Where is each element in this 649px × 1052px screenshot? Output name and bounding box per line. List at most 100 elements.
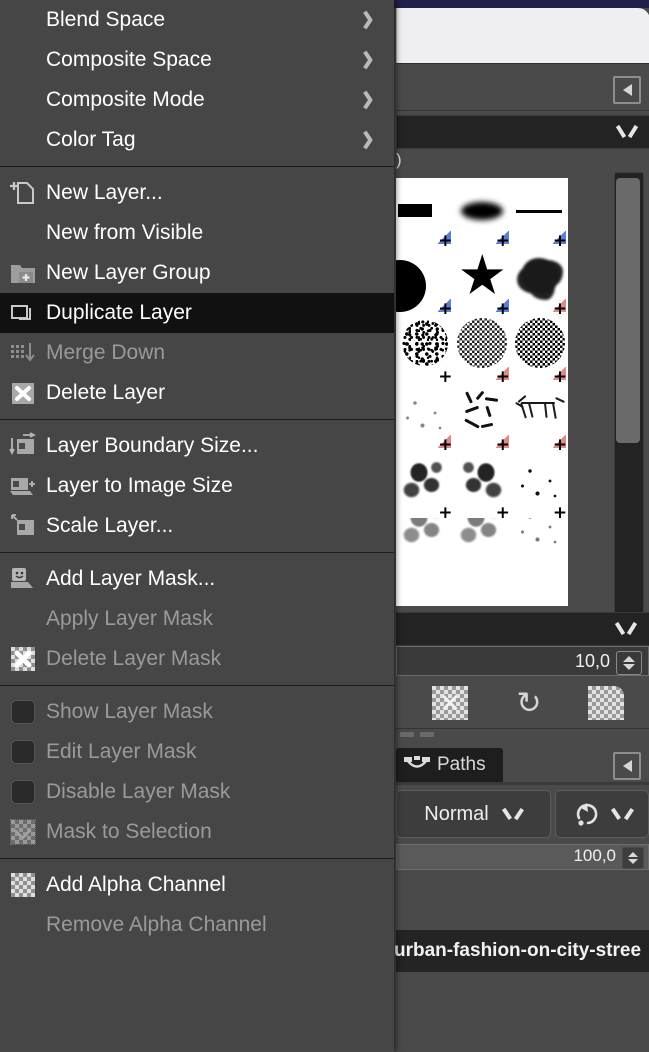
brush-item[interactable]: + (396, 178, 454, 246)
blend-mode-dropdown[interactable]: Normal (396, 790, 551, 838)
brush-item[interactable]: + (453, 246, 511, 314)
brush-item[interactable]: + (510, 178, 568, 246)
brushes-grid[interactable]: + + + + + + + + + + + + + + + (396, 178, 568, 606)
menu-item-edit-layer-mask[interactable]: Edit Layer Mask (0, 732, 394, 772)
truncated-label: ) (396, 150, 402, 169)
brush-badge: + (438, 435, 453, 450)
brush-item[interactable]: + (453, 382, 511, 450)
menu-item-layer-boundary-size[interactable]: Layer Boundary Size... (0, 426, 394, 466)
menu-item-delete-layer[interactable]: Delete Layer (0, 373, 394, 413)
refresh-brushes-button[interactable]: ↻ (511, 686, 547, 720)
brush-item[interactable]: + (453, 314, 511, 382)
menu-item-label: Composite Space (46, 48, 212, 71)
menu-item-color-tag[interactable]: Color Tag (0, 120, 394, 160)
brush-thumbnail (514, 518, 565, 552)
delete-brush-button[interactable]: ✕ (432, 686, 468, 720)
divider (396, 782, 649, 785)
menu-item-duplicate-layer[interactable]: Duplicate Layer (0, 293, 394, 333)
chevron-down-icon (503, 808, 523, 820)
chevron-right-icon (366, 50, 380, 70)
brush-spacing-stepper[interactable] (616, 651, 642, 675)
collapse-left-button[interactable] (613, 76, 641, 104)
menu-item-composite-mode[interactable]: Composite Mode (0, 80, 394, 120)
menu-item-disable-layer-mask[interactable]: Disable Layer Mask (0, 772, 394, 812)
menu-item-delete-layer-mask[interactable]: Delete Layer Mask (0, 639, 394, 679)
checkbox-icon[interactable] (8, 697, 38, 727)
menu-item-layer-to-image-size[interactable]: Layer to Image Size (0, 466, 394, 506)
menu-item-composite-space[interactable]: Composite Space (0, 40, 394, 80)
layer-lock-dropdown[interactable] (555, 790, 649, 838)
brush-thumbnail (399, 518, 449, 550)
brush-item[interactable]: + (510, 450, 568, 518)
menu-item-add-alpha-channel[interactable]: Add Alpha Channel (0, 865, 394, 905)
new-layer-icon (8, 178, 38, 208)
brush-badge: + (438, 231, 453, 246)
brush-filter-combo[interactable] (396, 115, 649, 149)
brush-thumbnail (456, 455, 507, 505)
menu-item-merge-down[interactable]: Merge Down (0, 333, 394, 373)
menu-item-show-layer-mask[interactable]: Show Layer Mask (0, 692, 394, 732)
menu-item-label: Add Alpha Channel (46, 873, 226, 896)
menu-item-label: Mask to Selection (46, 820, 212, 843)
chevron-right-icon (366, 130, 380, 150)
menu-item-new-layer[interactable]: New Layer... (0, 173, 394, 213)
menu-item-new-from-visible[interactable]: New from Visible (0, 213, 394, 253)
brush-item[interactable]: + (396, 314, 454, 382)
undo-history-icon (576, 803, 598, 826)
menu-item-label: Duplicate Layer (46, 301, 192, 324)
brush-item[interactable]: + (396, 450, 454, 518)
brush-badge: + (495, 231, 510, 246)
brush-badge: + (495, 503, 510, 519)
brush-item[interactable]: + (453, 450, 511, 519)
brush-thumbnail (457, 318, 508, 368)
triangle-left-icon (622, 84, 632, 96)
brush-item[interactable] (396, 518, 454, 586)
brush-item[interactable]: + (396, 246, 454, 314)
dock-grip-handle[interactable] (400, 732, 460, 738)
layer-to-image-size-icon (8, 471, 38, 501)
chevron-down-icon (615, 621, 637, 635)
brush-item[interactable]: + (510, 246, 568, 314)
brush-item[interactable]: + (510, 382, 568, 450)
tab-paths[interactable]: Paths (396, 748, 503, 782)
brush-preset-combo[interactable] (396, 612, 649, 646)
brush-item[interactable]: + (510, 314, 568, 382)
menu-separator (0, 166, 394, 167)
brush-spacing-field[interactable]: 10,0 (396, 646, 649, 676)
layer-list-row[interactable]: urban-fashion-on-city-stree (394, 930, 649, 972)
menu-item-apply-layer-mask[interactable]: Apply Layer Mask (0, 599, 394, 639)
menu-item-label: Remove Alpha Channel (46, 913, 267, 936)
dialog-white-panel (396, 8, 649, 63)
brushes-grid-panel[interactable]: + + + + + + + + + + + + + + + (396, 178, 609, 606)
opacity-stepper[interactable] (622, 847, 644, 869)
dock-toolbar (396, 64, 649, 111)
mask-to-selection-icon (8, 817, 38, 847)
collapse-left-button-2[interactable] (613, 752, 641, 780)
brushes-scrollbar-thumb[interactable] (616, 178, 640, 443)
menu-separator (0, 419, 394, 420)
menu-item-label: Add Layer Mask... (46, 567, 216, 590)
layer-context-menu[interactable]: Blend Space Composite Space Composite Mo… (0, 0, 394, 1052)
menu-item-blend-space[interactable]: Blend Space (0, 0, 394, 40)
brush-badge: + (495, 435, 510, 450)
brush-item[interactable]: + (453, 178, 511, 246)
checkbox-icon[interactable] (8, 737, 38, 767)
menu-item-scale-layer[interactable]: Scale Layer... (0, 506, 394, 546)
menu-item-label: Blend Space (46, 8, 166, 31)
opacity-slider[interactable]: 100,0 (396, 844, 649, 870)
add-layer-mask-icon (8, 564, 38, 594)
new-brush-button[interactable] (588, 686, 624, 720)
brush-thumbnail (514, 318, 565, 368)
merge-down-icon (8, 338, 38, 368)
menu-item-new-layer-group[interactable]: New Layer Group (0, 253, 394, 293)
menu-item-remove-alpha-channel[interactable]: Remove Alpha Channel (0, 905, 394, 945)
brush-item[interactable] (510, 518, 568, 586)
brush-item[interactable] (453, 518, 511, 586)
brush-item[interactable]: + (396, 382, 454, 450)
menu-item-add-layer-mask[interactable]: Add Layer Mask... (0, 559, 394, 599)
checkbox-icon[interactable] (8, 777, 38, 807)
delete-layer-icon (8, 378, 38, 408)
brushes-action-row: ✕ ↻ (396, 678, 649, 729)
menu-item-mask-to-selection[interactable]: Mask to Selection (0, 812, 394, 852)
brush-badge: + (438, 299, 453, 314)
